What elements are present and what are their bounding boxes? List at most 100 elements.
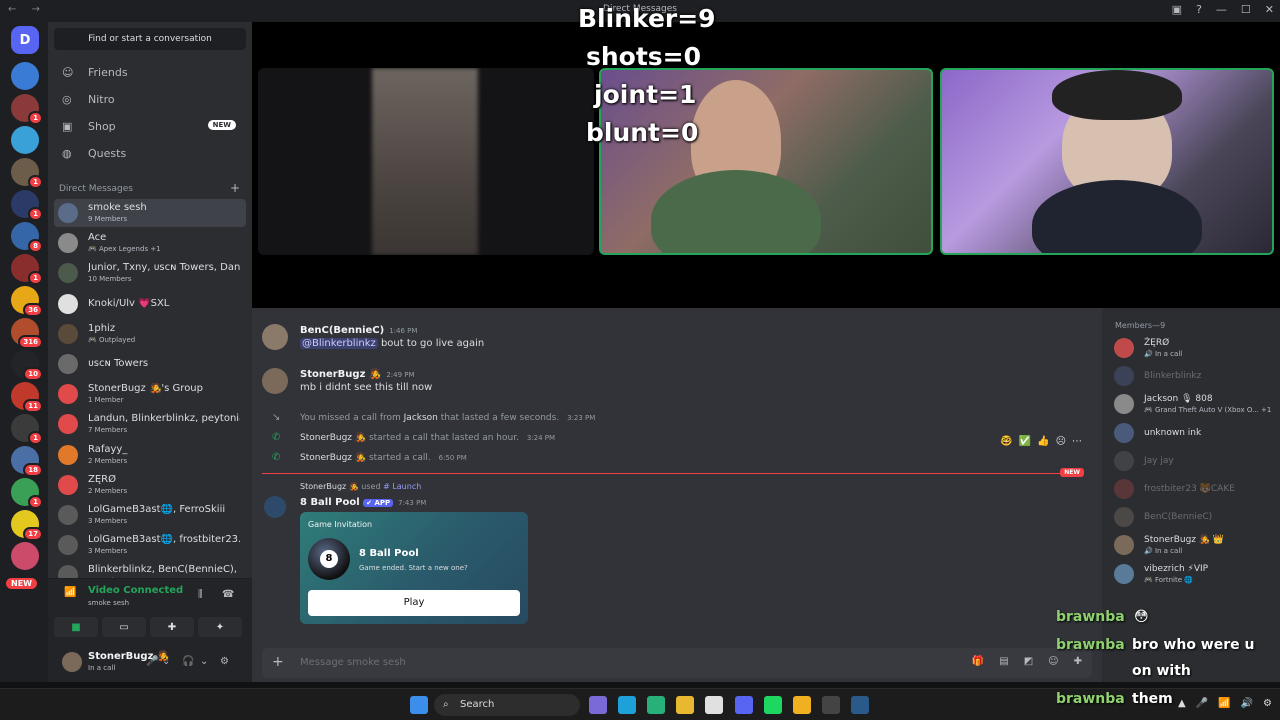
dm-item[interactable]: LolGameB3ast🌐, frostbiter23... 3 Members: [54, 531, 246, 559]
dm-item[interactable]: LolGameB3ast🌐, FerroSkiii 3 Members: [54, 501, 246, 529]
member-item[interactable]: Blinkerblinkz: [1114, 364, 1274, 388]
microphone-icon[interactable]: 🎤: [146, 656, 158, 667]
member-item[interactable]: vibezrich ⚡VIP 🎮 Fortnite 🌐: [1114, 562, 1274, 586]
server-icon[interactable]: [11, 542, 39, 570]
spotify-icon[interactable]: [764, 696, 782, 714]
add-reaction-icon[interactable]: ☹: [1056, 436, 1066, 447]
dm-item[interactable]: Landun, Blinkerblinkz, peytonia... 7 Memb…: [54, 410, 246, 438]
wifi-icon[interactable]: 📶: [1218, 698, 1230, 709]
voice-status[interactable]: Video Connected: [88, 585, 183, 596]
app-avatar[interactable]: [264, 496, 286, 518]
dm-item[interactable]: StonerBugz 🧑‍🎤's Group 1 Member: [54, 380, 246, 408]
member-item[interactable]: Jay jay: [1114, 449, 1274, 473]
apps-icon[interactable]: ✚: [1074, 656, 1082, 667]
dm-item[interactable]: Rafayy_ 2 Members: [54, 441, 246, 469]
dm-item[interactable]: ᴜsᴄɴ Towers: [54, 350, 246, 378]
store-icon[interactable]: [705, 696, 723, 714]
play-button[interactable]: Play: [308, 590, 520, 616]
more-options-icon[interactable]: ⋯: [1072, 436, 1082, 447]
command-link[interactable]: # Launch: [383, 482, 421, 491]
taskbar-search[interactable]: ⌕ Search: [434, 694, 580, 716]
find-conversation-button[interactable]: Find or start a conversation: [54, 28, 246, 50]
reaction-thumbs-up-icon[interactable]: 👍: [1037, 436, 1049, 447]
member-item[interactable]: Jackson 🎙 808 🎮 Grand Theft Auto V (Xbox …: [1114, 392, 1274, 416]
dm-item[interactable]: Knoki/Ulv 💗SXL: [54, 290, 246, 318]
emoji-icon[interactable]: ☺: [1048, 656, 1058, 667]
message-author[interactable]: 8 Ball Pool ✔ APP 7:43 PM: [300, 497, 426, 508]
show-hidden-icons-icon[interactable]: ▲: [1178, 698, 1186, 709]
headphones-icon[interactable]: 🎧: [182, 656, 194, 667]
avatar[interactable]: [262, 368, 288, 394]
settings-gear-icon[interactable]: ⚙: [220, 656, 229, 667]
nav-item-shop[interactable]: ▣ Shop NEW: [54, 113, 246, 139]
member-item[interactable]: StonerBugz 🧑‍🎤 👑 🔊 In a call: [1114, 533, 1274, 557]
server-icon[interactable]: 8: [11, 222, 43, 253]
rockstar-icon[interactable]: [793, 696, 811, 714]
soundboard-button[interactable]: ✦: [198, 617, 242, 637]
dm-item[interactable]: ŻĘRØ 2 Members: [54, 471, 246, 499]
inbox-icon[interactable]: ▣: [1172, 3, 1182, 16]
nav-item-nitro[interactable]: ◎ Nitro: [54, 86, 246, 112]
minimize-button[interactable]: —: [1216, 3, 1227, 16]
chevron-down-icon[interactable]: ⌄: [200, 656, 208, 667]
member-item[interactable]: frostbiter23 🐯CAKE: [1114, 477, 1274, 501]
camera-button[interactable]: ■: [54, 617, 98, 637]
avatar[interactable]: [62, 652, 82, 672]
volume-icon[interactable]: 🔊: [1241, 698, 1253, 709]
server-icon[interactable]: 1: [11, 254, 43, 285]
reaction-nerd-icon[interactable]: 🤓: [1000, 436, 1012, 447]
activity-button[interactable]: ✚: [150, 617, 194, 637]
reaction-check-icon[interactable]: ✅: [1019, 436, 1031, 447]
steam-icon[interactable]: [851, 696, 869, 714]
maximize-button[interactable]: ☐: [1241, 3, 1251, 16]
home-button[interactable]: D: [11, 26, 39, 54]
message-input[interactable]: Message smoke sesh: [300, 657, 406, 668]
gamepad-app-icon[interactable]: [589, 696, 607, 714]
dm-item[interactable]: 1phiz 🎮 Outplayed: [54, 320, 246, 348]
attach-plus-icon[interactable]: +: [272, 654, 284, 670]
server-icon[interactable]: 11: [11, 382, 43, 413]
server-icon[interactable]: 1: [11, 478, 43, 509]
sticker-icon[interactable]: ◩: [1024, 656, 1033, 667]
avatar[interactable]: [262, 324, 288, 350]
message-author[interactable]: StonerBugz 🧑‍🎤 2:49 PM: [300, 369, 415, 380]
server-icon[interactable]: 36: [11, 286, 43, 317]
new-unreads-pill[interactable]: NEW: [6, 578, 37, 589]
file-explorer-icon[interactable]: [676, 696, 694, 714]
microphone-tray-icon[interactable]: 🎤: [1196, 698, 1208, 709]
member-item[interactable]: ŻĘRØ 🔊 In a call: [1114, 336, 1274, 360]
chevron-down-icon[interactable]: ⌄: [162, 656, 170, 667]
gift-icon[interactable]: 🎁: [972, 656, 984, 667]
nav-item-quests[interactable]: ◍ Quests: [54, 140, 246, 166]
discord-taskbar-icon[interactable]: [735, 696, 753, 714]
green-app-icon[interactable]: [647, 696, 665, 714]
server-icon[interactable]: [11, 62, 39, 90]
noise-suppression-icon[interactable]: ⫼: [198, 589, 203, 600]
close-button[interactable]: ✕: [1265, 3, 1274, 16]
user-mention[interactable]: @Blinkerblinkz: [300, 338, 378, 349]
server-icon[interactable]: 10: [11, 350, 43, 381]
epic-icon[interactable]: [822, 696, 840, 714]
server-icon[interactable]: 1: [11, 94, 43, 125]
server-icon[interactable]: 1: [11, 190, 43, 221]
server-icon[interactable]: 1: [11, 158, 43, 189]
dm-item[interactable]: Junior, Txny, ᴜsᴄɴ Towers, Dani... 10 Mem…: [54, 259, 246, 287]
edge-icon[interactable]: [618, 696, 636, 714]
help-icon[interactable]: ?: [1196, 3, 1202, 16]
member-item[interactable]: unknown ink: [1114, 421, 1274, 445]
screenshare-button[interactable]: ▭: [102, 617, 146, 637]
video-tile-participant[interactable]: [940, 68, 1274, 255]
member-item[interactable]: BenC(BennieC): [1114, 505, 1274, 529]
voice-channel[interactable]: smoke sesh: [88, 599, 129, 607]
settings-tray-icon[interactable]: ⚙: [1263, 698, 1272, 709]
message-author[interactable]: BenC(BennieC) 1:46 PM: [300, 325, 417, 336]
nav-item-friends[interactable]: ☺ Friends: [54, 59, 246, 85]
server-icon[interactable]: 18: [11, 446, 43, 477]
server-icon[interactable]: 316: [11, 318, 43, 349]
video-tile-blurred[interactable]: [258, 68, 594, 255]
server-icon[interactable]: 1: [11, 414, 43, 445]
dm-item[interactable]: Ace 🎮 Apex Legends +1: [54, 229, 246, 257]
create-dm-icon[interactable]: +: [230, 181, 240, 195]
start-icon[interactable]: [410, 696, 428, 714]
gif-icon[interactable]: ▤: [999, 656, 1008, 667]
